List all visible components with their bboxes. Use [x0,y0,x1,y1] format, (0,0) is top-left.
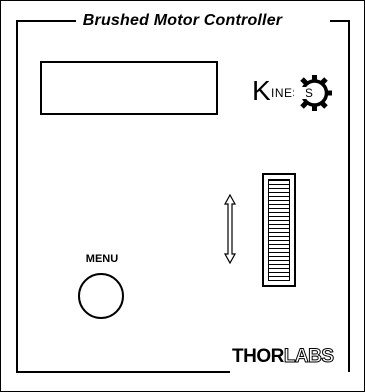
controller-panel: Brushed Motor Controller K INESIS MENU T… [0,0,365,392]
outer-frame [0,0,365,392]
thorlabs-logo-outline: LABS [283,346,334,368]
lcd-display [40,61,218,115]
menu-label: MENU [85,253,119,265]
inner-frame-bottom [16,371,230,373]
menu-button[interactable] [78,273,124,319]
thorlabs-logo: THORLABS [232,346,335,368]
panel-title: Brushed Motor Controller [0,12,365,30]
inner-frame-right [348,20,350,372]
updown-arrow-icon [223,194,237,264]
velocity-wheel-ridges[interactable] [268,179,290,281]
thorlabs-logo-bold: THOR [232,346,284,367]
inner-frame-left [16,20,18,372]
gear-icon [294,75,332,111]
kinesis-logo-initial: K [252,75,271,106]
